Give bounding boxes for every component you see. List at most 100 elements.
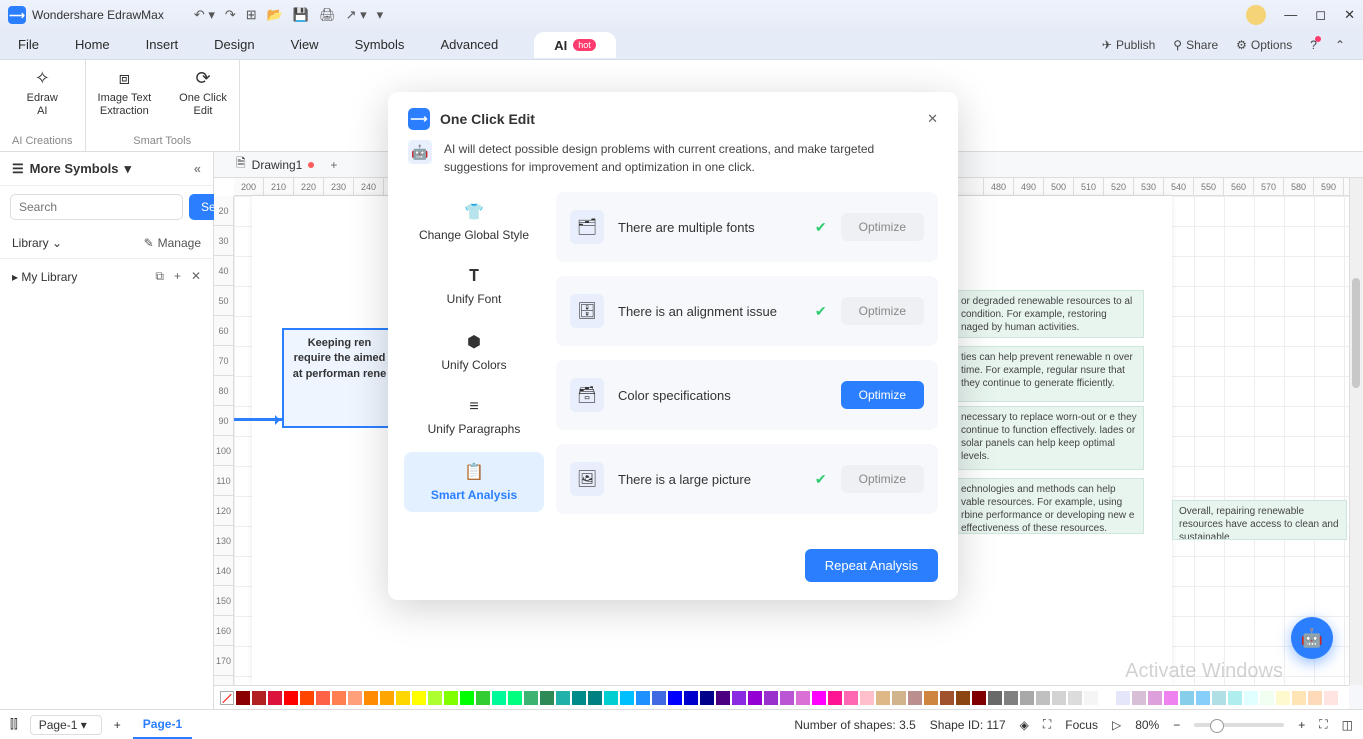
ai-assistant-fab[interactable]: 🤖 bbox=[1291, 617, 1333, 659]
color-swatch[interactable] bbox=[748, 691, 762, 705]
lib-close-icon[interactable]: ✕ bbox=[191, 269, 201, 284]
color-swatch[interactable] bbox=[332, 691, 346, 705]
fullscreen-icon[interactable]: ◫ bbox=[1342, 718, 1353, 732]
color-swatch[interactable] bbox=[540, 691, 554, 705]
color-swatch[interactable] bbox=[684, 691, 698, 705]
color-swatch[interactable] bbox=[1308, 691, 1322, 705]
collapse-panel-icon[interactable]: « bbox=[194, 161, 201, 176]
new-icon[interactable]: ⊞ bbox=[246, 7, 257, 23]
menu-ai[interactable]: AIhot bbox=[534, 32, 616, 58]
zoom-slider[interactable] bbox=[1194, 723, 1284, 727]
shape-note[interactable]: ties can help prevent renewable n over t… bbox=[954, 346, 1144, 402]
color-swatch[interactable] bbox=[236, 691, 250, 705]
color-swatch[interactable] bbox=[940, 691, 954, 705]
color-swatch[interactable] bbox=[1276, 691, 1290, 705]
qat-more-icon[interactable]: ▾ bbox=[377, 7, 384, 23]
options-button[interactable]: ⚙ Options bbox=[1236, 38, 1292, 52]
color-swatch[interactable] bbox=[348, 691, 362, 705]
undo-icon[interactable]: ↶ ▾ bbox=[194, 7, 215, 23]
color-swatch[interactable] bbox=[476, 691, 490, 705]
color-swatch[interactable] bbox=[428, 691, 442, 705]
one-click-edit-button[interactable]: ⟳One Click Edit bbox=[179, 68, 227, 118]
add-tab-button[interactable]: + bbox=[330, 158, 337, 172]
color-swatch[interactable] bbox=[492, 691, 506, 705]
menu-insert[interactable]: Insert bbox=[146, 37, 179, 52]
menu-view[interactable]: View bbox=[291, 37, 319, 52]
color-swatch[interactable] bbox=[908, 691, 922, 705]
optimize-button[interactable]: Optimize bbox=[841, 213, 924, 241]
shape-main[interactable]: Keeping ren require the aimed at perform… bbox=[282, 328, 397, 428]
color-swatch[interactable] bbox=[604, 691, 618, 705]
color-swatch[interactable] bbox=[396, 691, 410, 705]
add-page-button[interactable]: + bbox=[114, 718, 121, 732]
color-swatch[interactable] bbox=[1260, 691, 1274, 705]
color-swatch[interactable] bbox=[1100, 691, 1114, 705]
lib-add-icon[interactable]: + bbox=[174, 269, 181, 284]
maximize-button[interactable]: ◻ bbox=[1315, 7, 1326, 23]
color-swatch[interactable] bbox=[876, 691, 890, 705]
color-swatch[interactable] bbox=[284, 691, 298, 705]
color-swatch[interactable] bbox=[524, 691, 538, 705]
focus-button[interactable]: Focus bbox=[1065, 718, 1098, 732]
color-swatch[interactable] bbox=[828, 691, 842, 705]
shape-note[interactable]: necessary to replace worn-out or e they … bbox=[954, 406, 1144, 470]
menu-design[interactable]: Design bbox=[214, 37, 254, 52]
publish-button[interactable]: ✈ Publish bbox=[1102, 38, 1155, 52]
color-swatch[interactable] bbox=[732, 691, 746, 705]
color-swatch[interactable] bbox=[300, 691, 314, 705]
color-swatch[interactable] bbox=[844, 691, 858, 705]
optimize-button[interactable]: Optimize bbox=[841, 465, 924, 493]
color-swatch[interactable] bbox=[860, 691, 874, 705]
color-swatch[interactable] bbox=[380, 691, 394, 705]
color-swatch[interactable] bbox=[1292, 691, 1306, 705]
color-swatch[interactable] bbox=[716, 691, 730, 705]
library-dropdown[interactable]: Library ⌄ bbox=[12, 236, 62, 250]
shape-note[interactable]: echnologies and methods can help vable r… bbox=[954, 478, 1144, 534]
color-swatch[interactable] bbox=[1004, 691, 1018, 705]
option-unify-colors[interactable]: ⬢Unify Colors bbox=[404, 322, 544, 382]
color-swatch[interactable] bbox=[700, 691, 714, 705]
edraw-ai-button[interactable]: ✧Edraw AI bbox=[27, 68, 58, 118]
shape-note[interactable]: or degraded renewable resources to al co… bbox=[954, 290, 1144, 338]
color-swatch[interactable] bbox=[1180, 691, 1194, 705]
color-swatch[interactable] bbox=[780, 691, 794, 705]
color-swatch[interactable] bbox=[796, 691, 810, 705]
print-icon[interactable]: 🖨 bbox=[319, 7, 336, 23]
optimize-button[interactable]: Optimize bbox=[841, 381, 924, 409]
color-swatch[interactable] bbox=[364, 691, 378, 705]
scrollbar-vertical[interactable] bbox=[1349, 178, 1363, 685]
color-swatch[interactable] bbox=[588, 691, 602, 705]
layers-icon[interactable]: ◈ bbox=[1020, 718, 1029, 732]
color-swatch[interactable] bbox=[252, 691, 266, 705]
color-swatch[interactable] bbox=[1068, 691, 1082, 705]
color-swatch[interactable] bbox=[316, 691, 330, 705]
color-swatch[interactable] bbox=[444, 691, 458, 705]
color-swatch[interactable] bbox=[1196, 691, 1210, 705]
color-swatch[interactable] bbox=[1116, 691, 1130, 705]
color-swatch[interactable] bbox=[956, 691, 970, 705]
export-icon[interactable]: ↗ ▾ bbox=[346, 7, 367, 23]
menu-home[interactable]: Home bbox=[75, 37, 110, 52]
menu-symbols[interactable]: Symbols bbox=[355, 37, 405, 52]
color-swatch[interactable] bbox=[892, 691, 906, 705]
connector[interactable] bbox=[234, 418, 284, 421]
my-library-expand[interactable]: ▸ My Library bbox=[12, 270, 77, 284]
image-text-extraction-button[interactable]: ⧈Image Text Extraction bbox=[98, 68, 152, 118]
color-swatch[interactable] bbox=[1228, 691, 1242, 705]
no-fill-swatch[interactable] bbox=[220, 691, 234, 705]
option-global-style[interactable]: 👕Change Global Style bbox=[404, 192, 544, 252]
color-swatch[interactable] bbox=[668, 691, 682, 705]
color-swatch[interactable] bbox=[508, 691, 522, 705]
menu-file[interactable]: File bbox=[18, 37, 39, 52]
open-icon[interactable]: 📂 bbox=[267, 7, 283, 23]
zoom-out-button[interactable]: − bbox=[1173, 718, 1180, 732]
redo-icon[interactable]: ↷ bbox=[225, 7, 236, 23]
color-swatch[interactable] bbox=[1164, 691, 1178, 705]
page-tab[interactable]: Page-1 bbox=[133, 711, 192, 739]
option-unify-font[interactable]: 𝐓Unify Font bbox=[404, 258, 544, 316]
color-swatch[interactable] bbox=[764, 691, 778, 705]
option-smart-analysis[interactable]: 📋Smart Analysis bbox=[404, 452, 544, 512]
close-button[interactable]: ✕ bbox=[1344, 7, 1355, 23]
repeat-analysis-button[interactable]: Repeat Analysis bbox=[805, 549, 938, 582]
color-swatch[interactable] bbox=[1212, 691, 1226, 705]
